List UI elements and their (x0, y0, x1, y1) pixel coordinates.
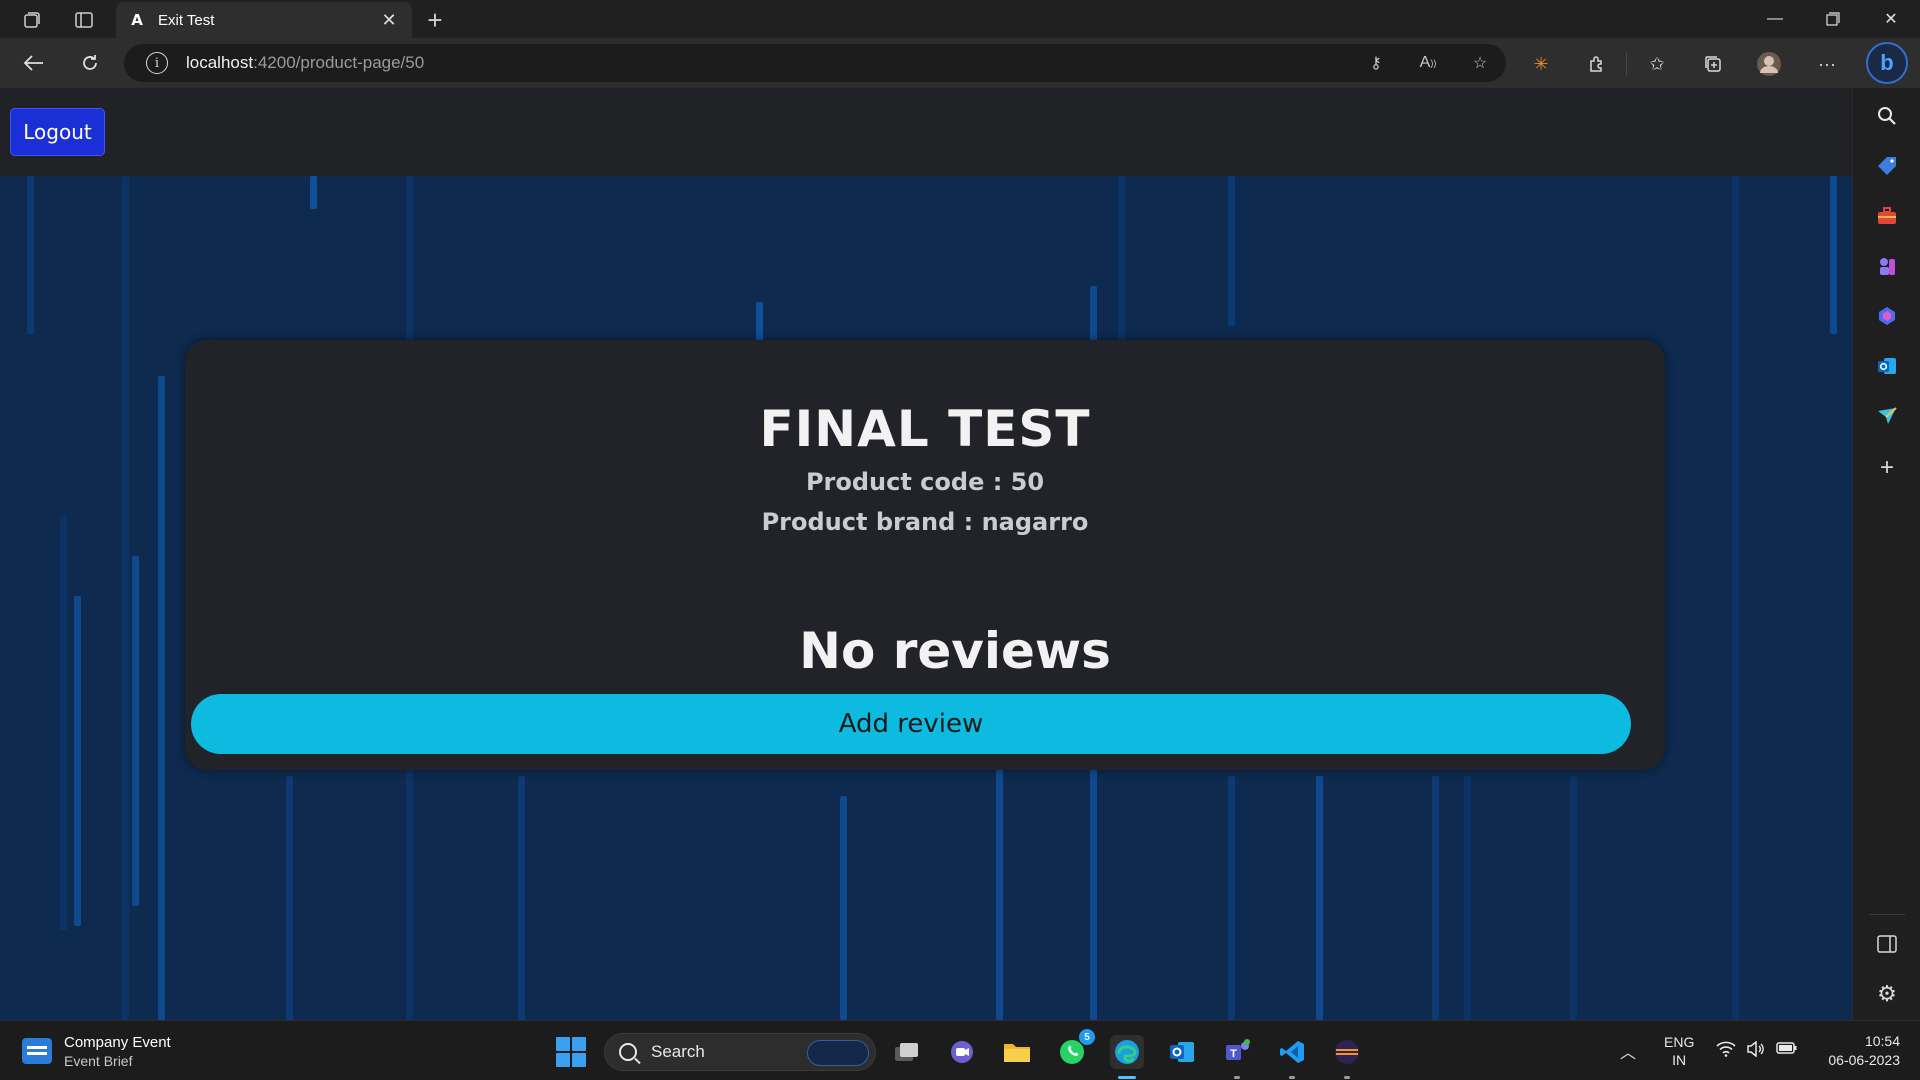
task-view-icon[interactable] (890, 1035, 924, 1069)
notification-count-badge: 5 (1079, 1029, 1095, 1045)
teams-icon[interactable]: T (1220, 1035, 1254, 1079)
product-brand: Product brand : nagarro (761, 508, 1089, 536)
widget-subtitle: Event Brief (64, 1052, 133, 1069)
back-icon[interactable] (18, 48, 50, 78)
close-tab-icon[interactable]: ✕ (378, 10, 400, 31)
close-window-icon[interactable]: ✕ (1868, 4, 1914, 34)
windows-start-icon[interactable] (556, 1037, 586, 1067)
running-app-indicator (1344, 1076, 1350, 1079)
tab-title: Exit Test (158, 11, 215, 29)
site-info-icon[interactable]: i (146, 52, 168, 74)
angular-favicon-icon: A (131, 11, 143, 29)
refresh-icon[interactable] (74, 48, 106, 78)
eclipse-icon[interactable] (1330, 1035, 1364, 1079)
svg-text:T: T (1230, 1048, 1237, 1060)
clock-time: 10:54 (1864, 1033, 1900, 1049)
add-sidebar-app-icon[interactable]: + (1873, 454, 1901, 482)
sidebar-divider (1869, 914, 1905, 915)
language-indicator[interactable]: ENG IN (1664, 1033, 1694, 1069)
product-code: Product code : 50 (805, 468, 1045, 496)
search-highlight-badge (807, 1040, 869, 1066)
wifi-icon[interactable] (1716, 1041, 1736, 1062)
shopping-tag-icon[interactable] (1873, 152, 1901, 180)
url-text: localhost:4200/product-page/50 (186, 53, 425, 72)
extensions-puzzle-icon[interactable] (1582, 50, 1612, 78)
outlook-icon[interactable] (1873, 352, 1901, 380)
logout-button[interactable]: Logout (10, 108, 105, 156)
edge-sidebar: + ⚙ (1852, 88, 1920, 1020)
favorite-star-icon[interactable]: ☆ (1466, 50, 1494, 76)
product-name: FINAL TEST (759, 400, 1091, 458)
add-review-button[interactable]: Add review (191, 694, 1631, 754)
tab-actions-icon[interactable] (69, 6, 99, 34)
product-card: FINAL TEST Product code : 50 Product bra… (185, 340, 1665, 770)
calendar-news-icon (22, 1038, 52, 1064)
more-options-icon[interactable]: ··· (1812, 50, 1842, 78)
page-viewport: Logout FINAL TEST Product code : 50 Prod… (0, 88, 1852, 1020)
favorites-icon[interactable]: ✩ (1642, 50, 1672, 78)
key-icon[interactable]: ⚷ (1362, 50, 1390, 76)
teams-chat-icon[interactable] (945, 1035, 979, 1069)
search-label: Search (651, 1042, 705, 1061)
taskbar-search[interactable]: Search (604, 1033, 876, 1071)
minimize-icon[interactable]: — (1752, 4, 1798, 34)
microsoft-365-icon[interactable] (1873, 302, 1901, 330)
read-aloud-icon[interactable]: A)) (1414, 50, 1442, 76)
running-app-indicator (1234, 1076, 1240, 1079)
app-header: Logout (0, 88, 1852, 176)
games-chess-icon[interactable] (1873, 252, 1901, 280)
widgets-button[interactable]: Company Event Event Brief (22, 1031, 171, 1071)
new-tab-icon[interactable]: + (420, 5, 450, 35)
search-icon (619, 1043, 637, 1061)
windows-taskbar: Company Event Event Brief Search 5 T ︿ E… (0, 1020, 1920, 1080)
show-hidden-icons-chevron-icon[interactable]: ︿ (1620, 1039, 1636, 1063)
edge-browser-icon[interactable] (1110, 1035, 1144, 1079)
whatsapp-icon[interactable]: 5 (1055, 1029, 1095, 1069)
running-app-indicator (1289, 1076, 1295, 1079)
clock-date: 06-06-2023 (1828, 1052, 1900, 1068)
workspaces-icon[interactable] (17, 6, 47, 34)
restore-icon[interactable] (1810, 4, 1856, 34)
bing-copilot-icon[interactable]: b (1866, 42, 1908, 84)
send-to-icon[interactable] (1873, 402, 1901, 430)
tools-briefcase-icon[interactable] (1873, 202, 1901, 230)
vscode-icon[interactable] (1275, 1035, 1309, 1079)
extension-icon[interactable]: ✳ (1526, 50, 1556, 78)
sidebar-settings-icon[interactable]: ⚙ (1873, 980, 1901, 1008)
profile-avatar-icon[interactable] (1754, 50, 1784, 78)
no-reviews-heading: No reviews (799, 622, 1111, 680)
system-clock[interactable]: 10:54 06-06-2023 (1810, 1032, 1900, 1070)
collections-icon[interactable] (1698, 50, 1728, 78)
outlook-taskbar-icon[interactable] (1165, 1035, 1199, 1069)
browser-toolbar: i localhost:4200/product-page/50 ⚷ A)) ☆… (0, 38, 1920, 88)
tab-exit-test[interactable]: A Exit Test ✕ (116, 2, 412, 38)
widget-title: Company Event (64, 1033, 171, 1051)
address-bar[interactable]: i localhost:4200/product-page/50 ⚷ A)) ☆ (124, 44, 1506, 82)
browser-tab-bar: A Exit Test ✕ + — ✕ (0, 0, 1920, 38)
toolbar-divider (1626, 53, 1627, 75)
hide-sidebar-icon[interactable] (1873, 930, 1901, 958)
file-explorer-icon[interactable] (1000, 1035, 1034, 1069)
volume-icon[interactable] (1746, 1040, 1766, 1062)
active-app-indicator (1118, 1076, 1136, 1079)
sidebar-search-icon[interactable] (1873, 102, 1901, 130)
battery-icon[interactable] (1776, 1041, 1798, 1060)
